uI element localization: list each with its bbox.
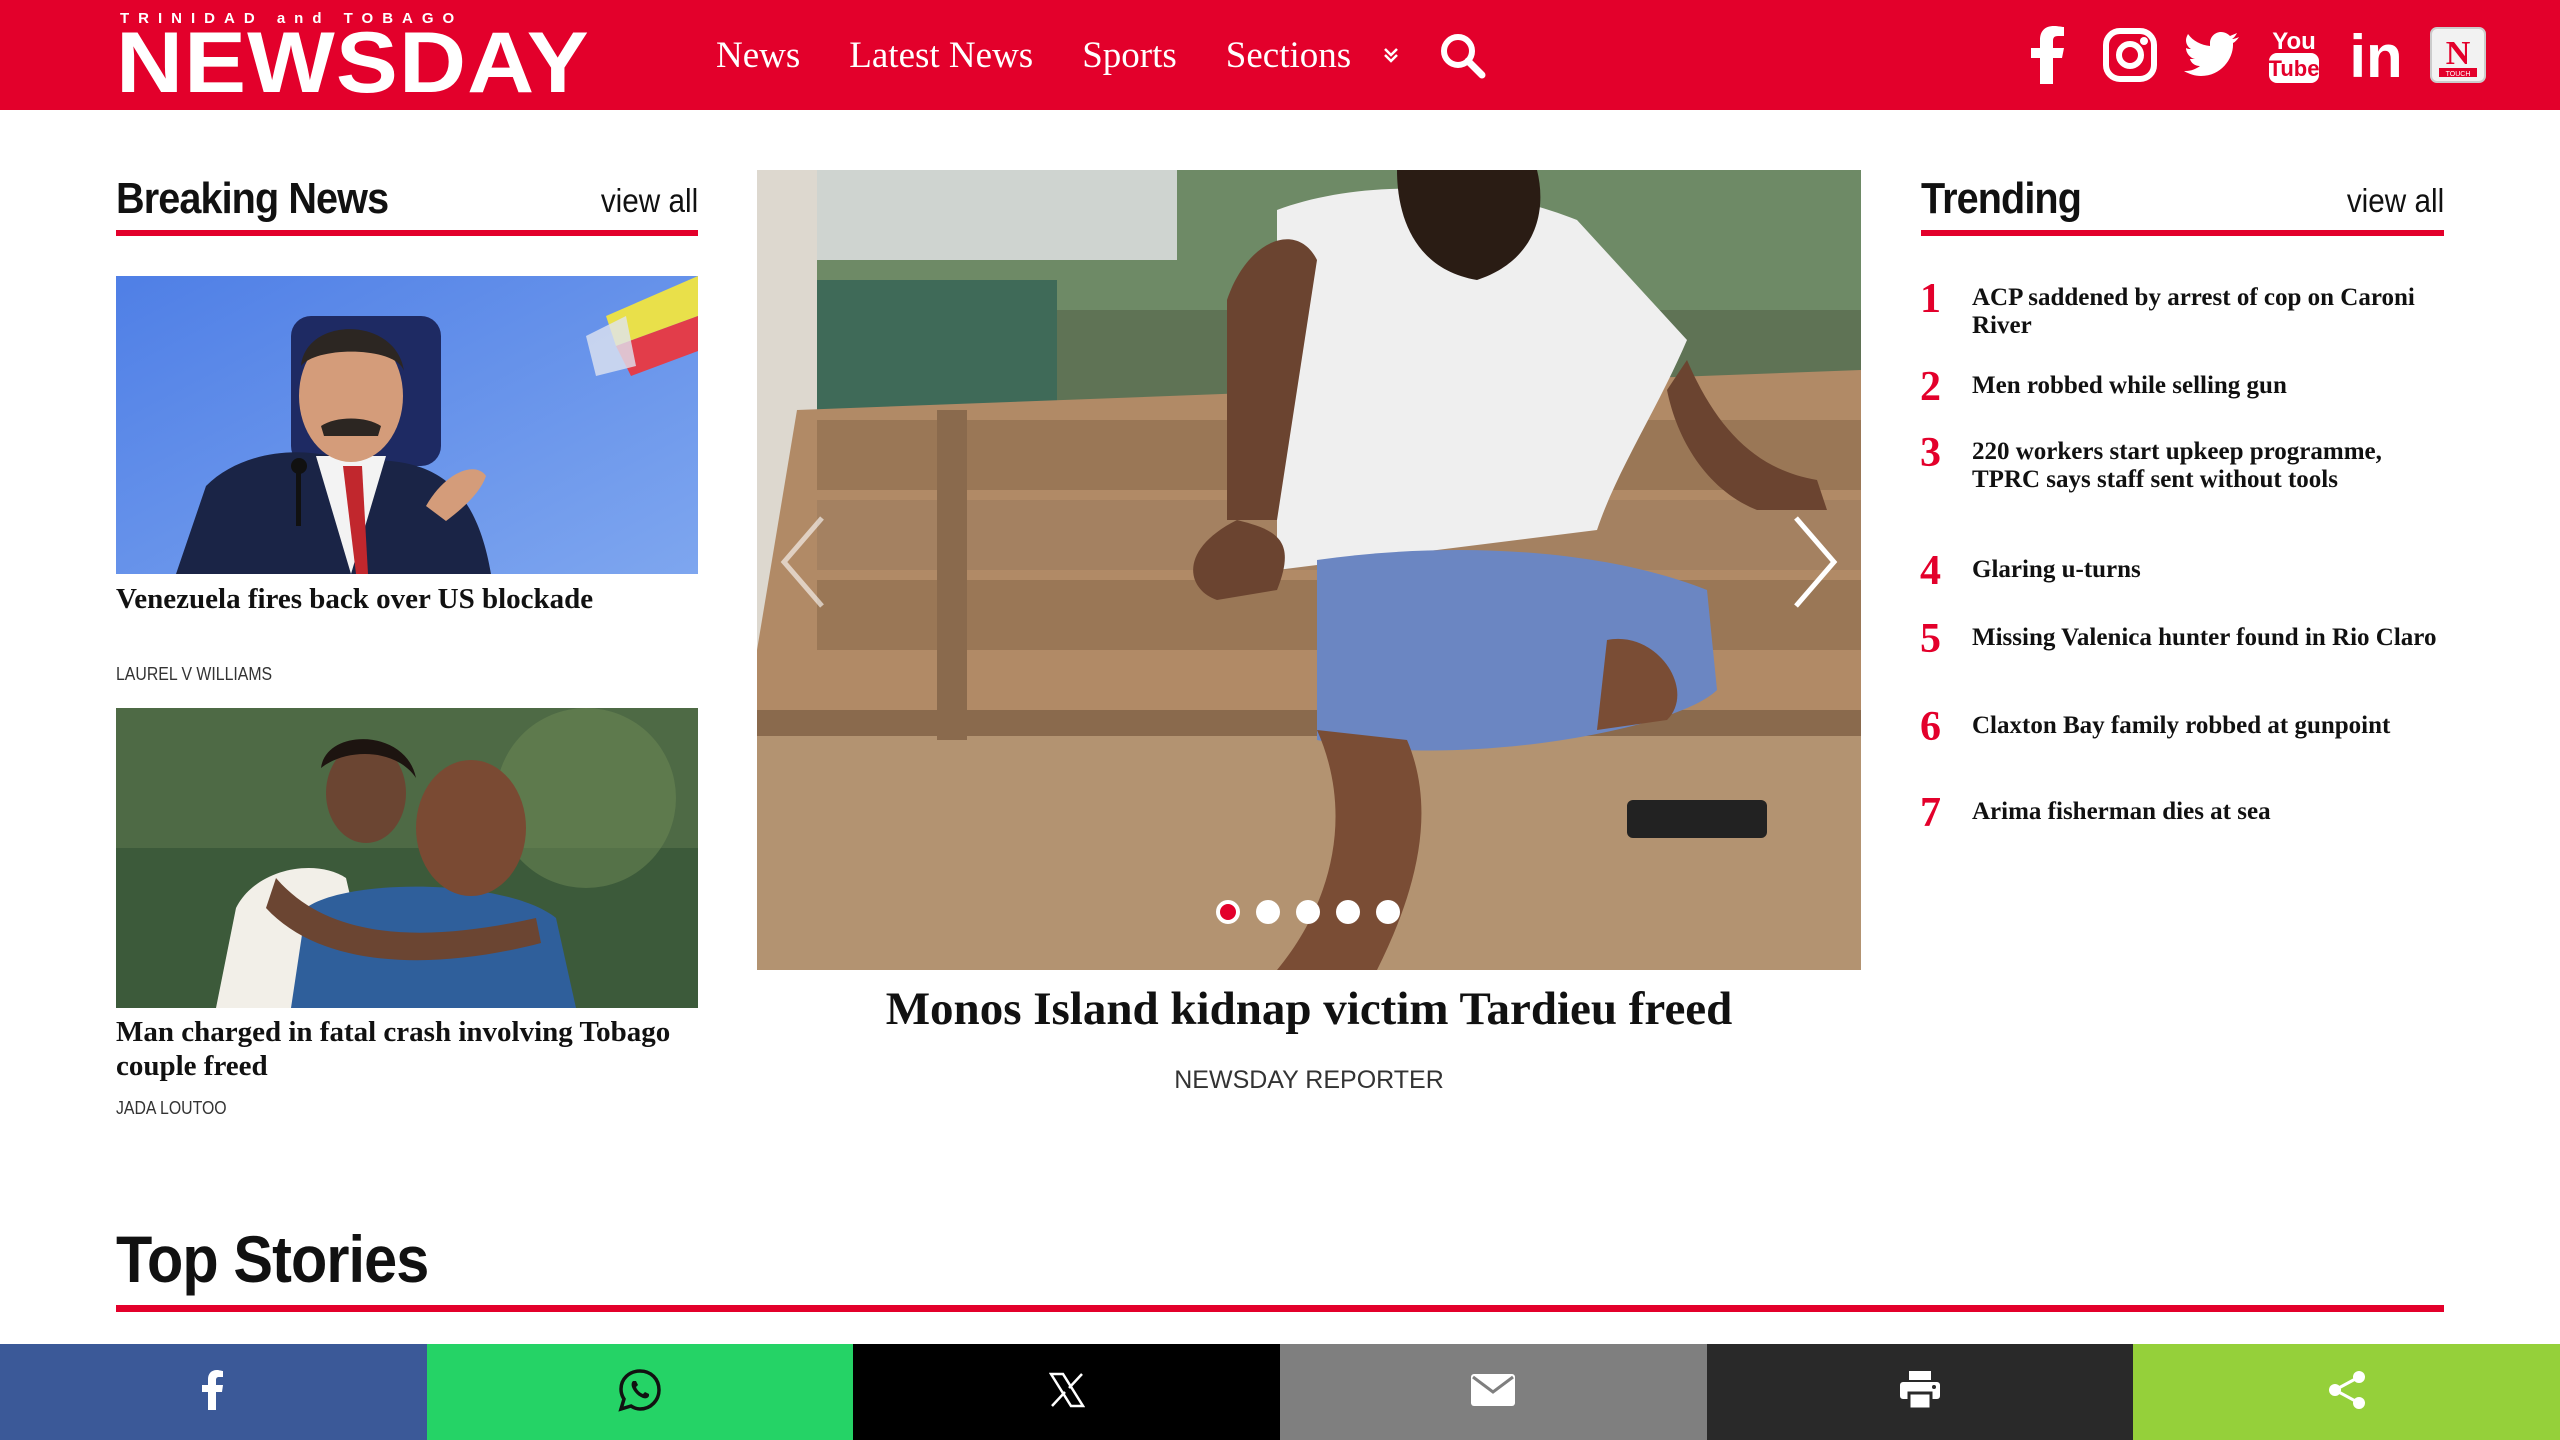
trending-view-all-link[interactable]: view all bbox=[2347, 182, 2444, 220]
carousel-dot-4[interactable] bbox=[1336, 900, 1360, 924]
x-share-icon bbox=[1048, 1372, 1085, 1413]
featured-story-headline[interactable]: Monos Island kidnap victim Tardieu freed bbox=[757, 982, 1861, 1036]
search-icon[interactable] bbox=[1436, 29, 1488, 81]
carousel-dot-3[interactable] bbox=[1296, 900, 1320, 924]
chevron-down-icon[interactable] bbox=[1382, 43, 1400, 71]
featured-story-image[interactable] bbox=[757, 170, 1861, 970]
trending-item-4[interactable]: 4 Glaring u-turns bbox=[1920, 550, 2440, 618]
linkedin-icon[interactable]: in bbox=[2344, 23, 2408, 87]
trending-list: 1 ACP saddened by arrest of cop on Caron… bbox=[1920, 278, 2440, 852]
logo-brand: NEWSDAY bbox=[116, 15, 590, 111]
breaking-news-title: Breaking News bbox=[116, 174, 389, 223]
trending-headline[interactable]: Missing Valenica hunter found in Rio Cla… bbox=[1972, 618, 2436, 652]
top-stories-header: Top Stories bbox=[116, 1222, 2444, 1312]
email-share-icon bbox=[1471, 1373, 1516, 1411]
carousel-dot-5[interactable] bbox=[1376, 900, 1400, 924]
trending-rank: 4 bbox=[1920, 548, 1941, 594]
trending-item-1[interactable]: 1 ACP saddened by arrest of cop on Caron… bbox=[1920, 278, 2440, 366]
trending-headline[interactable]: Arima fisherman dies at sea bbox=[1972, 792, 2271, 826]
svg-text:in: in bbox=[2349, 27, 2402, 83]
svg-text:N: N bbox=[2446, 35, 2471, 72]
carousel-dot-2[interactable] bbox=[1256, 900, 1280, 924]
breaking-news-headline-1[interactable]: Venezuela fires back over US blockade bbox=[116, 582, 698, 616]
trending-headline[interactable]: Glaring u-turns bbox=[1972, 550, 2141, 584]
carousel-next-arrow-icon[interactable] bbox=[1790, 512, 1840, 612]
trending-rank: 7 bbox=[1920, 790, 1941, 836]
whatsapp-share-button[interactable] bbox=[426, 1344, 854, 1440]
carousel-dot-1[interactable] bbox=[1216, 900, 1240, 924]
x-share-button[interactable] bbox=[853, 1344, 1281, 1440]
trending-item-3[interactable]: 3 220 workers start upkeep programme, TP… bbox=[1920, 432, 2440, 550]
nav-sections[interactable]: Sections bbox=[1226, 34, 1351, 77]
carousel-prev-arrow-icon[interactable] bbox=[778, 512, 828, 612]
nav-sports[interactable]: Sports bbox=[1082, 34, 1177, 77]
trending-item-6[interactable]: 6 Claxton Bay family robbed at gunpoint bbox=[1920, 706, 2440, 792]
trending-headline[interactable]: 220 workers start upkeep programme, TPRC… bbox=[1972, 432, 2440, 494]
email-share-button[interactable] bbox=[1280, 1344, 1707, 1440]
trending-item-5[interactable]: 5 Missing Valenica hunter found in Rio C… bbox=[1920, 618, 2440, 706]
trending-headline[interactable]: Men robbed while selling gun bbox=[1972, 366, 2287, 400]
breaking-view-all-link[interactable]: view all bbox=[601, 182, 698, 220]
trending-rank: 6 bbox=[1920, 704, 1941, 750]
breaking-news-image-1[interactable] bbox=[116, 276, 698, 574]
twitter-icon[interactable] bbox=[2180, 23, 2244, 87]
svg-text:You: You bbox=[2272, 28, 2316, 55]
breaking-news-headline-2[interactable]: Man charged in fatal crash involving Tob… bbox=[116, 1015, 698, 1083]
trending-header: Trending view all bbox=[1921, 168, 2444, 236]
instagram-icon[interactable] bbox=[2098, 23, 2162, 87]
nav-news[interactable]: News bbox=[716, 34, 800, 77]
newsday-app-icon[interactable]: N TOUCH bbox=[2426, 23, 2490, 87]
featured-story-author[interactable]: NEWSDAY REPORTER bbox=[757, 1066, 1861, 1095]
carousel-dots bbox=[1216, 900, 1416, 924]
print-share-icon bbox=[1900, 1370, 1941, 1414]
social-links: You Tube in N TOUCH bbox=[1998, 0, 2560, 110]
breaking-news-image-2[interactable] bbox=[116, 708, 698, 1008]
facebook-icon[interactable] bbox=[2016, 23, 2080, 87]
trending-item-7[interactable]: 7 Arima fisherman dies at sea bbox=[1920, 792, 2440, 852]
breaking-news-header: Breaking News view all bbox=[116, 168, 698, 236]
youtube-icon[interactable]: You Tube bbox=[2262, 23, 2326, 87]
top-stories-title: Top Stories bbox=[116, 1222, 429, 1296]
breaking-news-author-2[interactable]: JADA LOUTOO bbox=[116, 1098, 227, 1119]
facebook-share-icon bbox=[202, 1369, 224, 1415]
svg-text:Tube: Tube bbox=[2269, 56, 2320, 81]
trending-rank: 3 bbox=[1920, 430, 1941, 476]
newsday-logo[interactable]: TRINIDAD and TOBAGO NEWSDAY bbox=[116, 10, 636, 106]
trending-headline[interactable]: Claxton Bay family robbed at gunpoint bbox=[1972, 706, 2390, 740]
nav-latest-news[interactable]: Latest News bbox=[849, 34, 1033, 77]
share-bar bbox=[0, 1344, 2560, 1440]
trending-title: Trending bbox=[1921, 174, 2082, 223]
facebook-share-button[interactable] bbox=[0, 1344, 427, 1440]
trending-item-2[interactable]: 2 Men robbed while selling gun bbox=[1920, 366, 2440, 432]
site-header: TRINIDAD and TOBAGO NEWSDAY News Latest … bbox=[0, 0, 2560, 110]
trending-rank: 1 bbox=[1920, 276, 1941, 322]
more-share-button[interactable] bbox=[2133, 1344, 2560, 1440]
trending-headline[interactable]: ACP saddened by arrest of cop on Caroni … bbox=[1972, 278, 2440, 340]
main-nav: News Latest News Sports Sections bbox=[716, 0, 1488, 110]
trending-rank: 5 bbox=[1920, 616, 1941, 662]
print-share-button[interactable] bbox=[1706, 1344, 2134, 1440]
breaking-news-author-1[interactable]: LAUREL V WILLIAMS bbox=[116, 664, 272, 685]
whatsapp-share-icon bbox=[618, 1368, 662, 1417]
share-icon bbox=[2327, 1370, 2367, 1415]
svg-text:TOUCH: TOUCH bbox=[2446, 71, 2471, 78]
trending-rank: 2 bbox=[1920, 364, 1941, 410]
